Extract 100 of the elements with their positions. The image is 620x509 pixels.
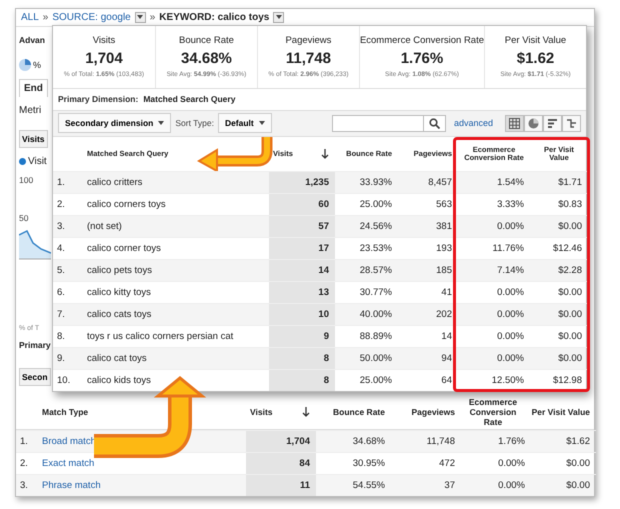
legend-label: Visit	[28, 156, 47, 167]
search-icon	[428, 118, 440, 129]
table-cell: 1.76%	[498, 436, 525, 447]
search-field[interactable]	[332, 114, 424, 132]
column-header[interactable]: Per Visit Value	[532, 407, 590, 417]
table-cell: 0.00%	[497, 221, 524, 232]
advanced-link[interactable]: advanced	[454, 118, 493, 128]
table-cell: 37	[444, 480, 455, 491]
table-cell: 57	[318, 221, 329, 232]
metric-value: 11,748	[286, 50, 331, 68]
row-number: 10.	[53, 369, 81, 392]
row-number: 9.	[53, 347, 81, 370]
primary-dimension-value[interactable]: Matched Search Query	[143, 94, 236, 104]
grid-icon	[509, 118, 520, 129]
search-query: calico kitty toys	[87, 287, 151, 298]
column-header[interactable]: Match Type	[42, 407, 88, 417]
row-number: 3.	[16, 474, 36, 496]
table-cell: 50.00%	[360, 353, 392, 364]
table-cell: 17	[318, 243, 329, 254]
table-cell: 472	[439, 458, 455, 469]
column-header[interactable]: Bounce Rate	[333, 407, 385, 417]
column-header[interactable]: Visits	[250, 407, 273, 417]
pivot-icon	[566, 118, 577, 129]
section-label: Advan	[19, 34, 45, 47]
table-cell: 1,704	[286, 436, 310, 447]
table-cell: 13	[318, 287, 329, 298]
table-cell: 185	[436, 265, 452, 276]
secondary-dimension-dropdown[interactable]: Secondary dimension	[58, 113, 172, 134]
table-cell: 41	[441, 287, 452, 298]
table-cell: 94	[441, 353, 452, 364]
match-type-link[interactable]: Phrase match	[42, 480, 101, 491]
dropdown-button[interactable]: Visits	[19, 130, 48, 148]
row-number: 5.	[53, 259, 81, 282]
caret-icon	[137, 15, 144, 20]
table-cell: 3.33%	[497, 199, 524, 210]
table-cell: 8,457	[428, 177, 452, 188]
sort-down-icon[interactable]	[321, 149, 329, 160]
column-header[interactable]: Ecommerce Conversion Rate	[461, 397, 525, 427]
search-query: calico cat toys	[87, 353, 147, 364]
table-cell: 28.57%	[360, 265, 392, 276]
table-cell: $0.00	[558, 309, 582, 320]
table-cell: 84	[299, 458, 310, 469]
row-number: 2.	[16, 452, 36, 474]
table-cell: 30.77%	[360, 287, 392, 298]
metric-label: Pageviews	[285, 35, 332, 46]
metric-label: Bounce Rate	[178, 35, 234, 46]
column-header[interactable]: Pageviews	[412, 407, 455, 417]
pie-view-button[interactable]	[524, 114, 543, 132]
table-cell: 25.00%	[360, 199, 392, 210]
sort-down-icon[interactable]	[302, 407, 310, 417]
dropdown-button[interactable]: Secon	[19, 368, 51, 386]
row-number: 1.	[53, 171, 81, 194]
breadcrumb-link[interactable]: SOURCE: google	[52, 12, 131, 23]
search-button[interactable]	[424, 114, 446, 132]
search-query: calico corners toys	[87, 199, 166, 210]
table-cell: $0.83	[558, 199, 582, 210]
table-cell: 1,235	[305, 177, 329, 188]
dropdown-button[interactable]	[273, 12, 284, 23]
search-query: calico corner toys	[87, 243, 161, 254]
primary-dimension-label: Primary Dimension:	[58, 94, 138, 104]
caret-icon	[158, 121, 164, 126]
breadcrumb-link[interactable]: ALL	[21, 12, 39, 23]
tab-label[interactable]: Metri	[19, 104, 42, 116]
table-cell: 30.95%	[352, 458, 385, 469]
search-query: calico cats toys	[87, 309, 152, 320]
sort-type-dropdown[interactable]: Default	[218, 113, 272, 134]
row-number: 4.	[53, 237, 81, 260]
row-number: 8.	[53, 325, 81, 348]
table-cell: 88.89%	[360, 331, 392, 342]
table-view-button[interactable]	[505, 114, 524, 132]
metric-value: 34.68%	[181, 50, 232, 68]
metric-value: 1,704	[85, 50, 123, 68]
table-cell: $1.71	[558, 177, 582, 188]
axis-label: 50	[19, 212, 28, 225]
table-cell: 11	[300, 480, 310, 491]
search-query: calico critters	[87, 177, 142, 188]
row-number: 1.	[16, 430, 36, 452]
row-number: 3.	[53, 215, 81, 238]
axis-label: 100	[19, 174, 34, 187]
row-number: 7.	[53, 303, 81, 326]
breadcrumb-current: KEYWORD: calico toys	[159, 12, 270, 23]
pivot-view-button[interactable]	[562, 114, 581, 132]
percent-label: %	[33, 60, 42, 70]
table-cell: 64	[441, 375, 452, 386]
tab[interactable]: End	[19, 78, 48, 97]
search-query: toys r us calico corners persian cat	[87, 331, 234, 342]
table-cell: $0.00	[566, 458, 590, 469]
table-cell: 0.00%	[497, 353, 524, 364]
metric-label: Visits	[92, 35, 116, 46]
table-cell: $0.00	[558, 331, 582, 342]
table-cell: 12.50%	[492, 375, 524, 386]
match-type-link[interactable]: Exact match	[42, 458, 94, 469]
bar-view-button[interactable]	[543, 114, 562, 132]
table-cell: $1.62	[566, 436, 590, 447]
table-cell: $2.28	[558, 265, 582, 276]
bar-chart-icon	[547, 118, 558, 129]
table-cell: 40.00%	[360, 309, 392, 320]
table-cell: $0.00	[566, 480, 590, 491]
row-number: 2.	[53, 193, 81, 216]
dropdown-button[interactable]	[134, 12, 146, 23]
